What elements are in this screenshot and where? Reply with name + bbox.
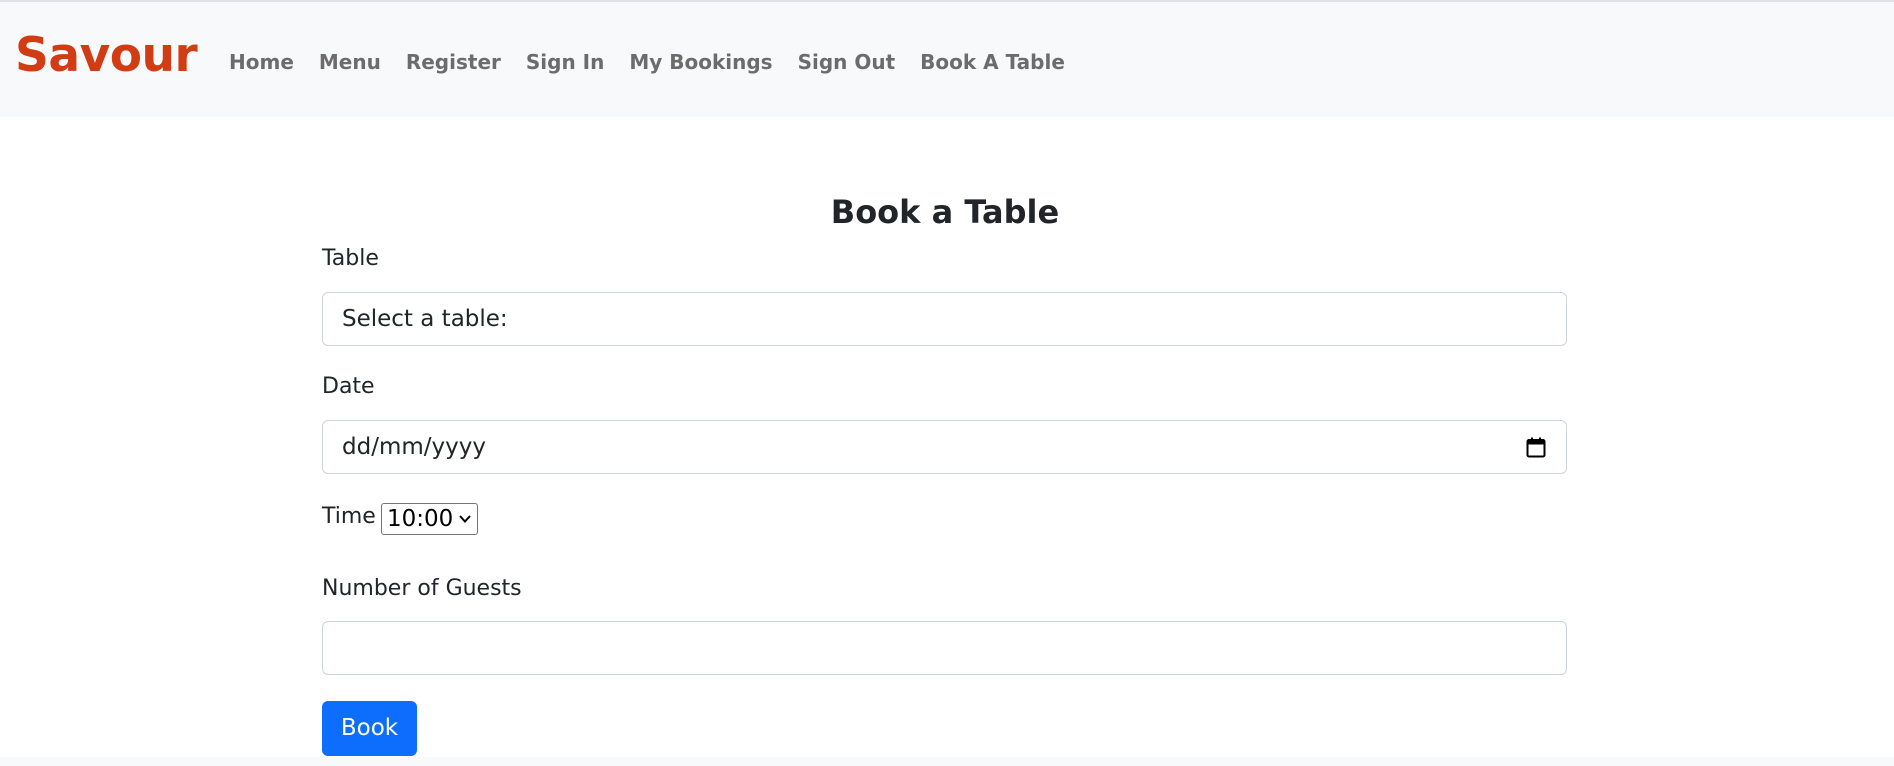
navbar: Savour Home Menu Register Sign In My Boo… bbox=[0, 2, 1894, 117]
nav-link-sign-in[interactable]: Sign In bbox=[526, 47, 604, 77]
table-label: Table bbox=[322, 246, 379, 271]
table-select-value: Select a table: bbox=[342, 306, 508, 332]
page-title: Book a Table bbox=[830, 193, 1060, 231]
time-select-value: 10:00 bbox=[387, 506, 454, 532]
date-input-placeholder: dd/mm/yyyy bbox=[342, 434, 486, 460]
date-input[interactable]: dd/mm/yyyy bbox=[322, 420, 1567, 474]
nav-link-home[interactable]: Home bbox=[229, 47, 294, 77]
table-select[interactable]: Select a table: bbox=[322, 292, 1567, 346]
nav-link-register[interactable]: Register bbox=[406, 47, 501, 77]
chevron-down-icon bbox=[459, 515, 471, 523]
time-label: Time bbox=[322, 504, 376, 529]
guests-label: Number of Guests bbox=[322, 576, 522, 601]
main-content: Book a Table Table Select a table: Date … bbox=[0, 117, 1894, 757]
calendar-icon[interactable] bbox=[1526, 437, 1546, 458]
date-label: Date bbox=[322, 374, 375, 399]
nav-link-menu[interactable]: Menu bbox=[319, 47, 381, 77]
nav-links: Home Menu Register Sign In My Bookings S… bbox=[229, 47, 1065, 77]
nav-link-sign-out[interactable]: Sign Out bbox=[798, 47, 896, 77]
guests-input[interactable] bbox=[322, 621, 1567, 675]
brand-logo[interactable]: Savour bbox=[15, 26, 198, 86]
nav-link-my-bookings[interactable]: My Bookings bbox=[629, 47, 772, 77]
nav-link-book-a-table[interactable]: Book A Table bbox=[920, 47, 1065, 77]
book-button[interactable]: Book bbox=[322, 701, 417, 756]
time-select[interactable]: 10:00 bbox=[381, 503, 478, 535]
